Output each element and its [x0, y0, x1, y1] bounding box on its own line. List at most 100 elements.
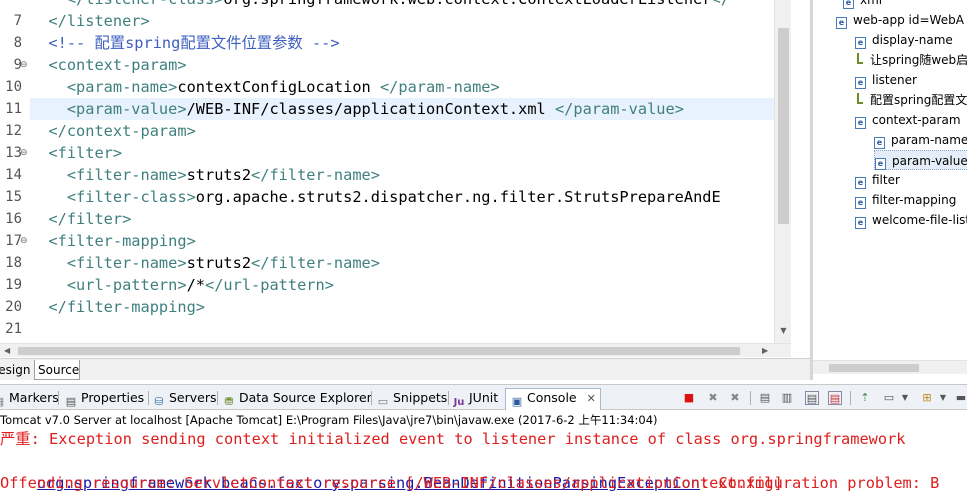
close-icon[interactable]: ✕	[587, 392, 596, 405]
show-on-stdout-icon[interactable]: ▤	[805, 391, 819, 405]
code-line[interactable]: <filter-mapping>	[30, 230, 774, 252]
code-line[interactable]: </filter-mapping>	[30, 296, 774, 318]
snippets-icon: ▭	[377, 395, 389, 408]
scroll-down-arrow-icon[interactable]: ▼	[778, 325, 789, 337]
show-on-stderr-icon[interactable]: ▤	[828, 391, 842, 405]
outline-item[interactable]: e display-name	[855, 30, 953, 50]
scroll-left-arrow-icon[interactable]: ◀	[4, 344, 14, 358]
tab-separator	[58, 391, 59, 405]
code-line[interactable]: <param-value>/WEB-INF/classes/applicatio…	[30, 98, 774, 120]
code-line[interactable]	[30, 318, 774, 340]
code-line[interactable]: <url-pattern>/*</url-pattern>	[30, 274, 774, 296]
code-line[interactable]: </listener>	[30, 10, 774, 32]
outline-item[interactable]: e filter	[855, 170, 900, 190]
element-icon: e	[843, 0, 854, 9]
tab-separator	[371, 391, 372, 405]
tab-servers[interactable]: ⛁ Servers	[152, 389, 216, 409]
pin-console-icon[interactable]: ⇡	[858, 391, 872, 405]
code-line[interactable]: <context-param>	[30, 54, 774, 76]
outline-item[interactable]: e filter-mapping	[855, 190, 956, 210]
outline-item[interactable]: e context-param	[855, 110, 961, 130]
editor-vertical-scroll-thumb[interactable]	[778, 28, 789, 224]
code-line[interactable]: </filter>	[30, 208, 774, 230]
remove-all-terminated-icon[interactable]: ✖	[728, 391, 742, 405]
open-console-icon[interactable]: ⊞	[920, 391, 934, 405]
code-line[interactable]: <param-name>contextConfigLocation </para…	[30, 76, 774, 98]
minimize-icon[interactable]: ▬	[954, 391, 967, 405]
tab-properties[interactable]: ▤ Properties	[64, 389, 144, 409]
chevron-down-icon[interactable]: ▼	[936, 391, 950, 405]
code-line[interactable]: <filter-name>struts2</filter-name>	[30, 252, 774, 274]
remove-launch-icon[interactable]: ✖	[706, 391, 720, 405]
scroll-lock-icon[interactable]: ▥	[780, 391, 794, 405]
xml-text: struts2	[186, 254, 252, 272]
line-number: 16	[5, 211, 22, 227]
console-line: Offending resource: ServletContext resou…	[0, 474, 783, 492]
fold-toggle-icon[interactable]: ⊖	[20, 142, 30, 164]
console-icon: ▣	[511, 395, 523, 408]
code-line[interactable]: <filter>	[30, 142, 774, 164]
line-number: 18	[5, 255, 22, 271]
chevron-down-icon[interactable]: ▼	[898, 391, 912, 405]
servers-icon: ⛁	[154, 395, 164, 408]
outline-item[interactable]: e welcome-file-list	[855, 210, 967, 230]
terminate-icon[interactable]: ■	[682, 391, 696, 405]
xml-tag: <context-param>	[48, 56, 187, 74]
code-line[interactable]: <!-- 配置spring配置文件位置参数 -->	[30, 32, 774, 54]
code-line[interactable]: </listener-class>org.springframework.web…	[30, 0, 774, 10]
code-line[interactable]: </context-param>	[30, 120, 774, 142]
editor-horizontal-scroll-thumb[interactable]	[18, 347, 740, 355]
outline-item[interactable]: e listener	[855, 70, 917, 90]
xml-editor[interactable]: 7 8 9 ⊖ 10 11 12 13 ⊖ 14 15 16 17 ⊖ 18 19 20 21 </listene…	[0, 0, 810, 380]
xml-tag: </param-value>	[554, 100, 684, 118]
xml-text: /WEB-INF/classes/applicationContext.xml	[186, 100, 555, 118]
xml-text: contextConfigLocation	[177, 78, 380, 96]
tab-markers[interactable]: ▦Markers	[0, 389, 59, 409]
editor-horizontal-scrollbar[interactable]: ◀ ▶	[0, 343, 791, 357]
xml-tag: <filter-name>	[48, 166, 187, 184]
junit-icon: Ju	[453, 397, 465, 408]
toolbar-separator	[750, 391, 751, 405]
outline-horizontal-scrollbar[interactable]	[813, 360, 967, 374]
code-line[interactable]: <filter-name>struts2</filter-name>	[30, 164, 774, 186]
tab-separator	[448, 391, 449, 405]
tab-design[interactable]: Design	[0, 360, 36, 380]
editor-mode-tabs: Design Source	[0, 358, 810, 380]
outline-item-label: listener	[872, 73, 917, 87]
outline-item[interactable]: e web-app id=WebA	[836, 10, 964, 30]
tab-markers-label: Markers	[9, 390, 59, 405]
outline-item-label: 让spring随web启	[870, 53, 967, 67]
fold-toggle-icon[interactable]: ⊖	[20, 54, 30, 76]
outline-item[interactable]: e param-value	[874, 150, 967, 170]
scroll-right-arrow-icon[interactable]: ▶	[762, 344, 772, 358]
bottom-view-tabs: ▦Markers ▤ Properties ⛁ Servers ⛃ Data Sour…	[0, 384, 967, 410]
element-icon: e	[836, 17, 847, 29]
console-output[interactable]: 严重: Exception sending context initialize…	[0, 428, 967, 500]
display-console-icon[interactable]: ▭	[882, 391, 896, 405]
tab-data-source-explorer[interactable]: ⛃ Data Source Explorer	[222, 389, 371, 409]
tab-snippets[interactable]: ▭ Snippets	[376, 389, 448, 409]
outline-item[interactable]: 让spring随web启	[855, 50, 967, 70]
outline-item-label: context-param	[872, 113, 961, 127]
outline-view: e xml e web-app id=WebA e display-name 让spring…	[813, 0, 967, 380]
code-area[interactable]: </listener-class>org.springframework.web…	[30, 0, 774, 343]
code-line[interactable]: <filter-class>org.apache.struts2.dispatc…	[30, 186, 774, 208]
outline-item[interactable]: e param-name	[874, 130, 967, 150]
tab-snippets-label: Snippets	[393, 390, 448, 405]
tab-source[interactable]: Source	[34, 360, 80, 380]
outline-item[interactable]: e xml	[843, 0, 882, 10]
outline-horizontal-scroll-thumb[interactable]	[829, 364, 919, 372]
outline-item[interactable]: 配置spring配置文	[855, 90, 967, 110]
xml-tag: </filter-name>	[251, 166, 380, 184]
tab-junit[interactable]: Ju JUnit	[452, 389, 499, 409]
xml-tag: <filter-class>	[48, 188, 196, 206]
line-number: 8	[13, 35, 22, 51]
tab-console[interactable]: ▣ Console ✕	[505, 388, 601, 410]
clear-console-icon[interactable]: ▤	[758, 391, 772, 405]
line-number: 21	[5, 321, 22, 337]
xml-tag: </	[712, 0, 730, 8]
comment-icon	[855, 93, 866, 105]
element-icon: e	[855, 217, 866, 229]
fold-toggle-icon[interactable]: ⊖	[20, 230, 30, 252]
editor-vertical-scrollbar[interactable]: ▼	[774, 0, 791, 343]
